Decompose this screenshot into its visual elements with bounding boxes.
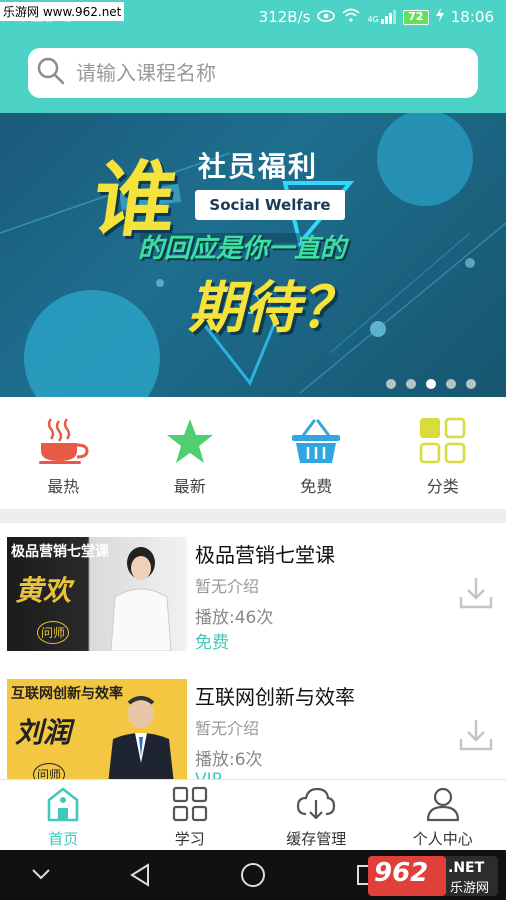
site-logo-badge: 962 .NET 乐游网 [368, 856, 498, 896]
category-free[interactable]: 免费 [253, 397, 380, 509]
thumb-tag: 问师 [37, 621, 70, 644]
presenter-photo [110, 547, 172, 651]
banner-tag: 社员福利 [198, 150, 319, 183]
site-watermark: 乐游网 www.962.net [0, 2, 125, 21]
course-description: 暂无介绍 [195, 577, 260, 596]
course-thumbnail: 互联网创新与效率 刘润 问师 [7, 679, 187, 779]
person-icon [425, 786, 461, 826]
battery-icon: 72 [402, 9, 429, 25]
grid-icon [418, 417, 468, 469]
banner-headline-3: 期待？ [188, 276, 356, 341]
tab-label: 学习 [174, 830, 205, 848]
star-icon [165, 417, 215, 469]
course-description: 暂无介绍 [195, 719, 260, 738]
logo-caption: 乐游网 [450, 881, 490, 896]
thumb-title: 极品营销七堂课 [11, 544, 109, 560]
search-input[interactable] [76, 61, 456, 85]
thumb-name: 刘润 [15, 716, 72, 749]
tab-label: 缓存管理 [286, 830, 347, 848]
home-circle-icon[interactable] [240, 862, 266, 892]
carousel-dot[interactable] [466, 379, 476, 389]
chevron-down-icon[interactable] [30, 866, 52, 886]
thumb-tag: 问师 [33, 763, 66, 779]
download-icon[interactable] [458, 717, 494, 757]
clock: 18:06 [450, 8, 494, 26]
presenter-photo [108, 696, 174, 779]
carousel-indicator [386, 379, 476, 389]
charging-icon [435, 8, 444, 26]
tab-label: 首页 [48, 830, 79, 848]
signal-label: 4G [367, 15, 379, 24]
category-label: 最新 [173, 477, 206, 496]
app-screen: 乐游网 www.962.net 中国移动 312B/s 4G [0, 0, 506, 900]
download-icon[interactable] [458, 575, 494, 615]
category-label: 分类 [426, 477, 459, 496]
logo-number: 962 [374, 858, 429, 888]
course-price: VIP [195, 770, 222, 779]
tab-study[interactable]: 学习 [127, 780, 254, 850]
back-icon[interactable] [128, 862, 152, 892]
category-label: 免费 [300, 477, 333, 496]
wifi-icon [342, 8, 360, 26]
cloud-download-icon [296, 786, 336, 826]
section-divider [0, 509, 506, 523]
banner-headline-2: 的回应是你一直的 [138, 234, 347, 264]
carousel-dot[interactable] [406, 379, 416, 389]
net-speed: 312B/s [258, 8, 311, 26]
category-classify[interactable]: 分类 [380, 397, 506, 509]
category-row: 最热 最新 免费 分类 [0, 397, 506, 509]
category-new[interactable]: 最新 [127, 397, 254, 509]
course-title: 互联网创新与效率 [195, 685, 355, 709]
tab-profile[interactable]: 个人中心 [380, 780, 506, 850]
list-item[interactable]: 互联网创新与效率 刘润 问师 互联网创新与效率 暂无介绍 播放:6次 VIP [0, 665, 506, 779]
category-hot[interactable]: 最热 [0, 397, 127, 509]
logo-suffix: .NET [448, 860, 485, 876]
carousel-dot[interactable] [386, 379, 396, 389]
apps-icon [172, 786, 208, 826]
basket-icon [290, 417, 342, 469]
category-label: 最热 [47, 477, 80, 496]
tab-home[interactable]: 首页 [0, 780, 127, 850]
status-right: 312B/s 4G 72 18:06 [259, 8, 494, 26]
tab-label: 个人中心 [412, 830, 473, 848]
course-thumbnail: 极品营销七堂课 黄欢 问师 [7, 537, 187, 651]
eye-icon [317, 8, 336, 26]
banner-subtitle: Social Welfare [209, 196, 331, 214]
course-title: 极品营销七堂课 [195, 543, 335, 567]
tab-cache[interactable]: 缓存管理 [253, 780, 380, 850]
cell-signal-icon: 4G [367, 10, 396, 24]
course-play-count: 播放:46次 [195, 608, 274, 628]
banner-subtitle-box: Social Welfare [195, 190, 345, 220]
bottom-tab-bar: 首页 学习 缓存管理 个人中心 [0, 779, 506, 850]
carousel-dot[interactable] [426, 379, 436, 389]
home-icon [46, 786, 80, 826]
thumb-name: 黄欢 [15, 574, 72, 607]
system-nav-bar: 962 .NET 乐游网 [0, 850, 506, 900]
search-bar[interactable] [28, 48, 478, 98]
hot-cup-icon [37, 417, 89, 469]
course-list: 极品营销七堂课 黄欢 问师 极品营销七堂课 暂无介绍 播放:46次 免费 互联网… [0, 523, 506, 779]
list-item[interactable]: 极品营销七堂课 黄欢 问师 极品营销七堂课 暂无介绍 播放:46次 免费 [0, 523, 506, 665]
search-icon [36, 56, 66, 90]
course-price: 免费 [195, 633, 229, 653]
carousel-dot[interactable] [446, 379, 456, 389]
course-play-count: 播放:6次 [195, 750, 263, 770]
promo-banner[interactable]: 社员福利 Social Welfare 谁 的回应是你一直的 期待？ [0, 113, 506, 397]
